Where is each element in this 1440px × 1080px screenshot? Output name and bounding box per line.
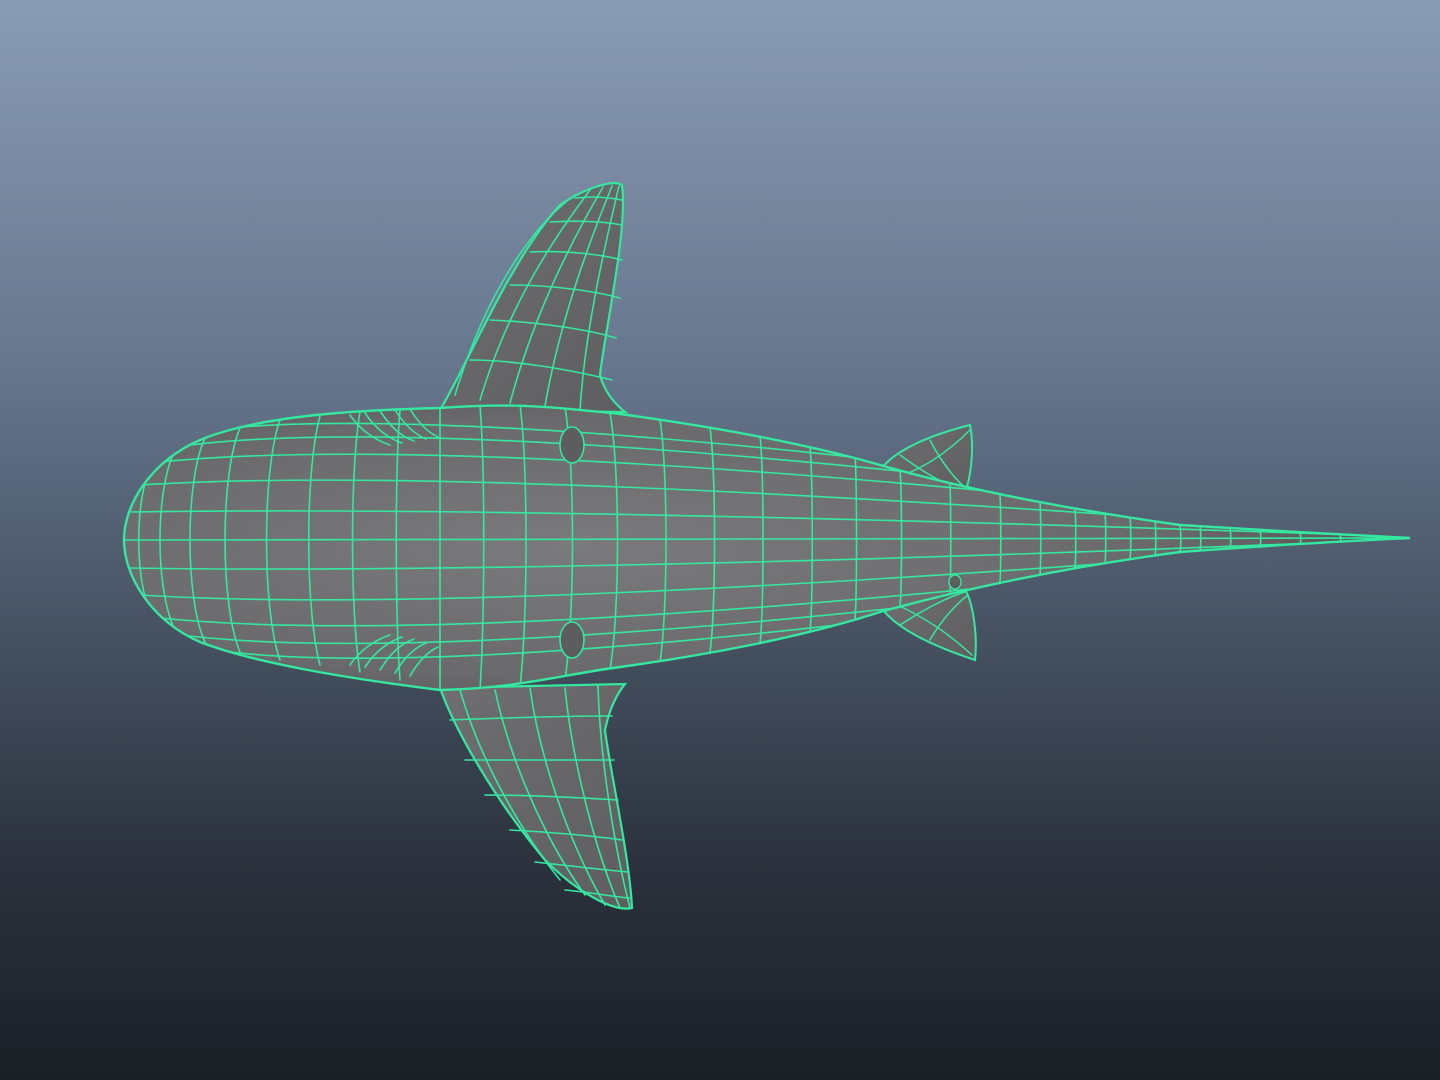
shark-body[interactable] [122,404,1412,692]
3d-viewport[interactable] [0,0,1440,1080]
pectoral-fin-top[interactable] [438,182,629,414]
shark-model[interactable] [0,0,1440,1080]
pectoral-fin-bottom[interactable] [438,682,634,910]
